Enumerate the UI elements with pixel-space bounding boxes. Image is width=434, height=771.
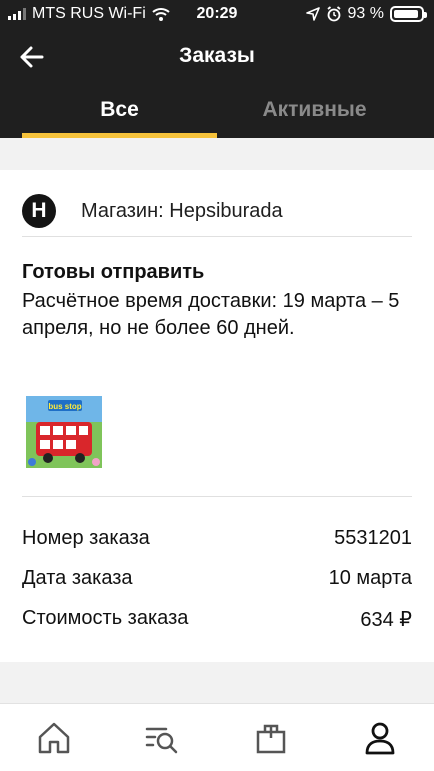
cellular-signal-icon (8, 8, 26, 20)
store-row[interactable]: H Магазин: Hepsiburada (22, 186, 412, 236)
order-number-row: Номер заказа 5531201 (22, 527, 412, 557)
alarm-icon (326, 6, 341, 22)
status-right: 93 % (305, 5, 427, 23)
carrier-label: MTS RUS Wi-Fi (32, 5, 146, 22)
home-icon (38, 722, 70, 754)
battery-level (394, 10, 419, 18)
bus-stop-game-image: bus stop (26, 396, 102, 468)
battery-percent: 93 % (347, 5, 384, 22)
divider (22, 236, 412, 237)
store-name: Магазин: Hepsiburada (81, 199, 283, 222)
store-logo: H (22, 194, 56, 228)
nav-catalog-search[interactable] (142, 718, 182, 758)
nav-cart[interactable] (251, 718, 291, 758)
order-cost-value: 634 ₽ (360, 609, 412, 631)
delivery-estimate: Расчётное время доставки: 19 марта – 5 а… (22, 290, 400, 339)
order-date-row: Дата заказа 10 марта (22, 567, 412, 597)
battery-icon (390, 6, 427, 22)
order-cost-row: Стоимость заказа 634 ₽ (22, 607, 412, 637)
wifi-icon (152, 8, 170, 21)
nav-profile[interactable] (360, 718, 400, 758)
order-number-label: Номер заказа (22, 527, 150, 549)
selected-tab-indicator (22, 133, 217, 138)
order-card[interactable]: H Магазин: Hepsiburada Готовы отправить … (0, 170, 434, 662)
order-date-label: Дата заказа (22, 567, 133, 589)
back-arrow-icon (20, 46, 44, 68)
page-title: Заказы (179, 44, 255, 67)
location-arrow-icon (305, 7, 320, 21)
bag-icon (256, 724, 286, 754)
status-left: MTS RUS Wi-Fi (8, 5, 170, 23)
app-header: MTS RUS Wi-Fi 20:29 93 % Заказы Все Акти… (0, 0, 434, 138)
profile-icon (365, 722, 395, 755)
order-status-title: Готовы отправить (22, 261, 205, 283)
back-button[interactable] (16, 42, 48, 72)
status-bar: MTS RUS Wi-Fi 20:29 93 % (0, 0, 434, 30)
order-date-value: 10 марта (328, 567, 412, 589)
nav-home[interactable] (34, 718, 74, 758)
divider (22, 496, 412, 497)
bottom-nav (0, 703, 434, 771)
product-image-label: bus stop (48, 402, 81, 411)
product-thumbnail[interactable]: bus stop (26, 396, 102, 468)
search-list-icon (145, 727, 178, 754)
tab-all[interactable]: Все (22, 98, 217, 122)
order-number-value: 5531201 (334, 527, 412, 549)
tab-active[interactable]: Активные (217, 98, 412, 122)
order-cost-label: Стоимость заказа (22, 607, 189, 629)
